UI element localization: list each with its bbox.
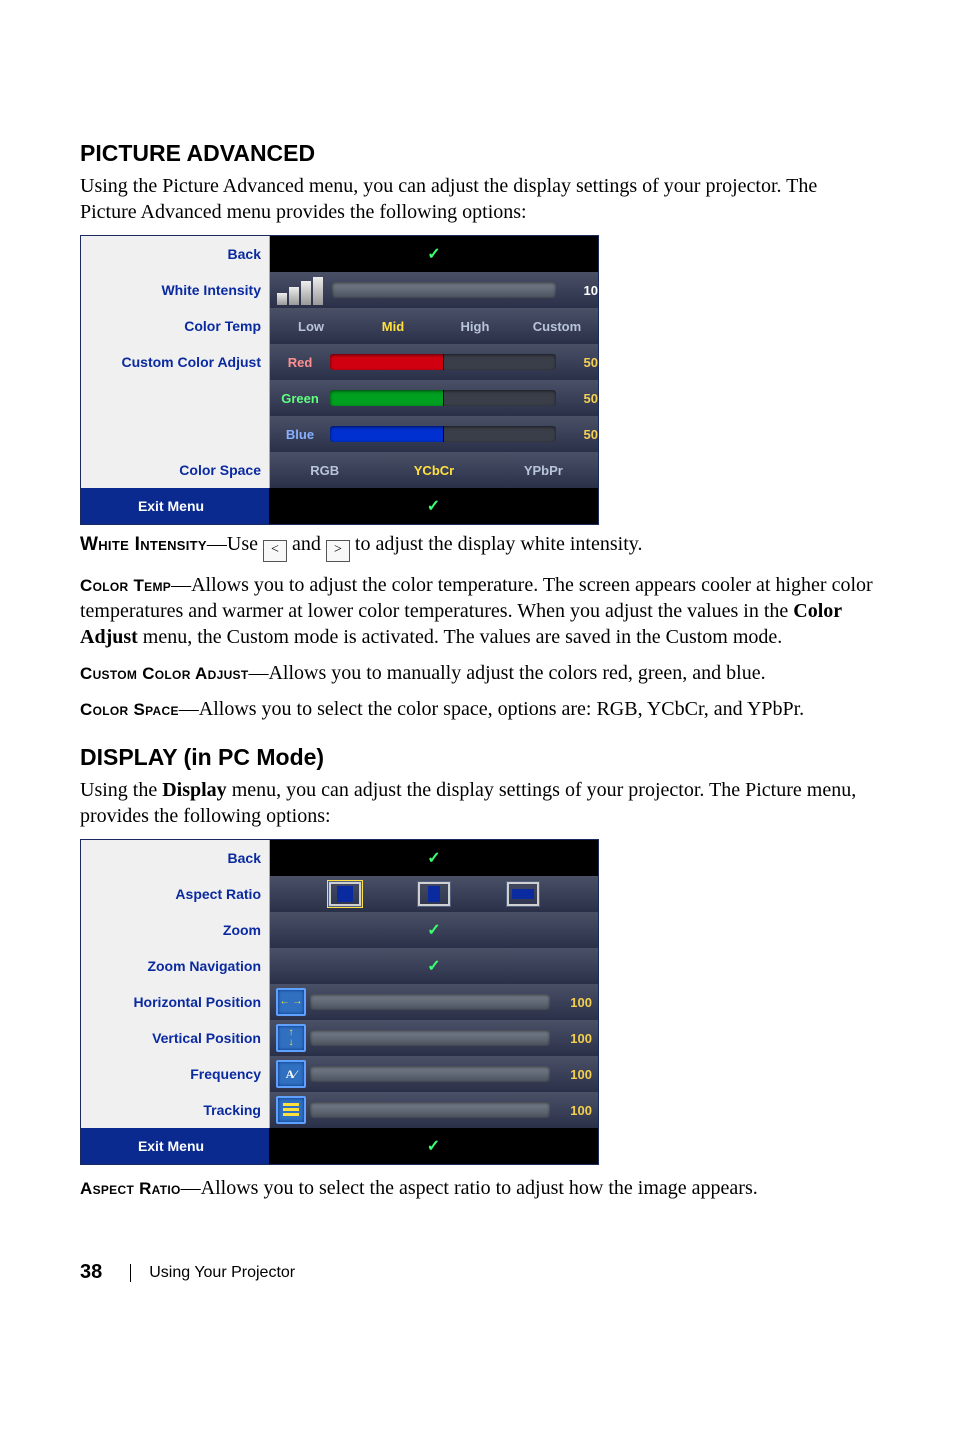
cca-red-label: Red [270, 355, 330, 370]
osd2-frequency[interactable]: Frequency [81, 1056, 270, 1092]
cca-green-value: 50 [560, 391, 598, 406]
osd2-v-pos[interactable]: Vertical Position [81, 1020, 270, 1056]
cs-rgb[interactable]: RGB [270, 463, 379, 478]
cca-blue-slider[interactable] [330, 426, 556, 442]
osd2-back[interactable]: Back [81, 840, 270, 876]
check-icon: ✓ [427, 496, 440, 516]
tracking-value: 100 [554, 1103, 592, 1118]
cs-ycbcr[interactable]: YCbCr [379, 463, 488, 478]
cca-green-slider[interactable] [330, 390, 556, 406]
right-key-icon: > [326, 540, 350, 562]
white-intensity-slider[interactable] [332, 282, 556, 298]
picture-advanced-heading: PICTURE ADVANCED [80, 140, 874, 167]
custom-color-adjust-desc: Custom Color Adjust—Allows you to manual… [80, 660, 874, 686]
osd2-exit[interactable]: Exit Menu [81, 1128, 269, 1164]
osd-custom-color-adjust[interactable]: Custom Color Adjust [81, 344, 270, 380]
ct-mid[interactable]: Mid [352, 319, 434, 334]
aspect-ratio-options[interactable] [270, 882, 598, 906]
white-intensity-value: 10 [560, 283, 598, 298]
page-number: 38 [80, 1261, 102, 1284]
check-icon: ✓ [427, 920, 440, 940]
tracking-icon [276, 1096, 306, 1124]
footer-divider [130, 1264, 131, 1282]
osd-back[interactable]: Back [81, 236, 270, 272]
osd-white-intensity[interactable]: White Intensity [81, 272, 270, 308]
check-icon: ✓ [427, 1136, 440, 1156]
color-temp-desc: Color Temp—Allows you to adjust the colo… [80, 572, 874, 650]
frequency-icon: A⁄ [276, 1060, 306, 1088]
display-intro: Using the Display menu, you can adjust t… [80, 777, 874, 829]
osd-color-space[interactable]: Color Space [81, 452, 270, 488]
aspect-wide-icon[interactable] [507, 882, 539, 906]
display-pc-heading: DISPLAY (in PC Mode) [80, 744, 874, 771]
osd2-tracking[interactable]: Tracking [81, 1092, 270, 1128]
check-icon: ✓ [427, 956, 440, 976]
ct-custom[interactable]: Custom [516, 319, 598, 334]
check-icon: ✓ [427, 244, 440, 264]
osd2-h-pos[interactable]: Horizontal Position [81, 984, 270, 1020]
cca-red-value: 50 [560, 355, 598, 370]
picture-advanced-intro: Using the Picture Advanced menu, you can… [80, 173, 874, 225]
footer-section: Using Your Projector [149, 1264, 295, 1282]
h-pos-value: 100 [554, 995, 592, 1010]
label-aspect-ratio: Aspect Ratio [80, 1179, 181, 1198]
cca-blue-value: 50 [560, 427, 598, 442]
osd-exit[interactable]: Exit Menu [81, 488, 269, 524]
frequency-slider[interactable] [310, 1066, 550, 1082]
aspect-original-icon[interactable] [329, 882, 361, 906]
white-intensity-icon [274, 275, 326, 305]
osd-color-temp[interactable]: Color Temp [81, 308, 270, 344]
osd-label-empty-green [81, 380, 270, 416]
cca-blue-label: Blue [270, 427, 330, 442]
osd2-zoom[interactable]: Zoom [81, 912, 270, 948]
left-key-icon: < [263, 540, 287, 562]
osd2-zoom-nav[interactable]: Zoom Navigation [81, 948, 270, 984]
label-white-intensity: White Intensity [80, 534, 207, 555]
osd2-aspect-ratio[interactable]: Aspect Ratio [81, 876, 270, 912]
h-pos-slider[interactable] [310, 994, 550, 1010]
label-color-temp: Color Temp [80, 576, 171, 595]
cca-red-slider[interactable] [330, 354, 556, 370]
label-cca: Custom Color Adjust [80, 664, 248, 683]
osd-display: Back ✓ Aspect Ratio Zoom ✓ Zoom Navigati… [80, 839, 599, 1165]
page-footer: 38 Using Your Projector [80, 1261, 874, 1284]
v-pos-value: 100 [554, 1031, 592, 1046]
white-intensity-desc: White Intensity—Use < and > to adjust th… [80, 531, 874, 562]
color-space-desc: Color Space—Allows you to select the col… [80, 696, 874, 722]
ct-high[interactable]: High [434, 319, 516, 334]
osd-label-empty-blue [81, 416, 270, 452]
tracking-slider[interactable] [310, 1102, 550, 1118]
frequency-value: 100 [554, 1067, 592, 1082]
h-pos-icon: ← → [276, 988, 306, 1016]
ct-low[interactable]: Low [270, 319, 352, 334]
osd-picture-advanced: Back ✓ White Intensity 10 Color Temp Low… [80, 235, 599, 525]
v-pos-slider[interactable] [310, 1030, 550, 1046]
label-color-space: Color Space [80, 700, 179, 719]
aspect-4-3-icon[interactable] [418, 882, 450, 906]
cs-ypbpr[interactable]: YPbPr [489, 463, 598, 478]
aspect-ratio-desc: Aspect Ratio—Allows you to select the as… [80, 1175, 874, 1201]
v-pos-icon: ↑↓ [276, 1024, 306, 1052]
cca-green-label: Green [270, 391, 330, 406]
check-icon: ✓ [427, 848, 440, 868]
